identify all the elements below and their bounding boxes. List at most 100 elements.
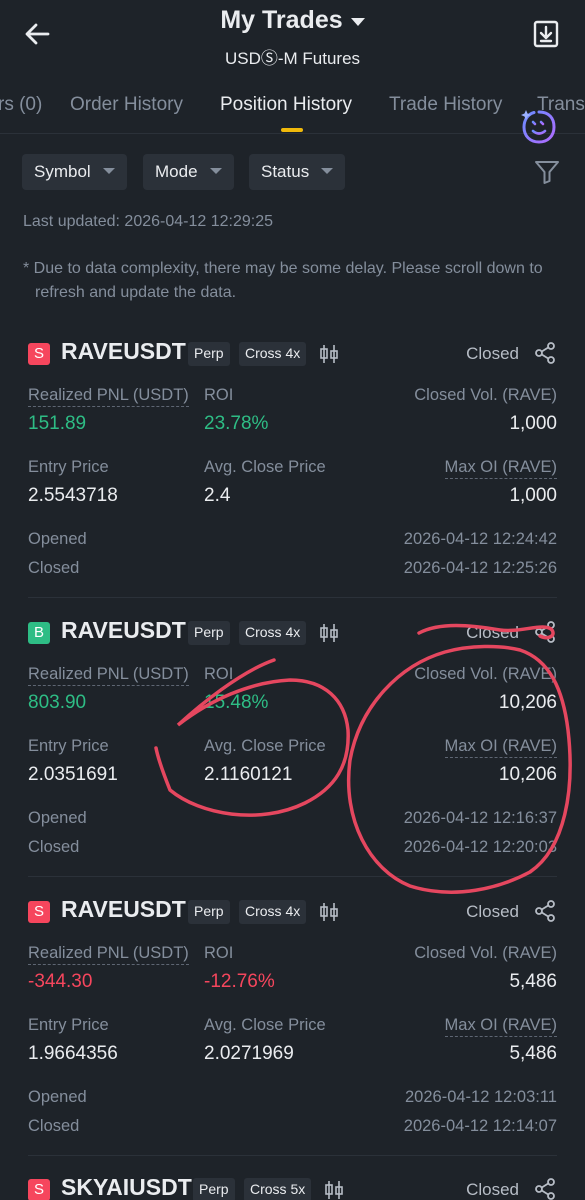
symbol-filter-dropdown[interactable]: Symbol [22, 154, 127, 190]
side-badge: S [28, 901, 50, 923]
card-divider [28, 1155, 557, 1156]
closed-time: 2026-04-12 12:14:07 [403, 1117, 557, 1135]
roi-value: 23.78% [204, 413, 269, 434]
roi-value: 15.48% [204, 692, 269, 713]
avg-close-price-value: 2.1160121 [204, 764, 293, 785]
app-header: My Trades USDⓈ-M Futures [0, 0, 585, 80]
closed-vol-label: Closed Vol. (RAVE) [414, 665, 557, 683]
roi-label: ROI [204, 944, 234, 962]
avg-close-price-label: Avg. Close Price [204, 458, 326, 476]
share-icon[interactable] [533, 620, 557, 644]
max-oi-label: Max OI (RAVE) [444, 1016, 557, 1037]
card-divider [28, 597, 557, 598]
entry-price-value: 2.5543718 [28, 485, 118, 506]
position-status: Closed [466, 1180, 519, 1199]
caret-down-icon [102, 167, 115, 174]
opened-time: 2026-04-12 12:03:11 [405, 1088, 557, 1106]
pnl-label: Realized PNL (USDT) [28, 944, 189, 965]
contract-type-tag: Perp [188, 900, 230, 924]
card-divider [28, 876, 557, 877]
pnl-label: Realized PNL (USDT) [28, 665, 189, 686]
pnl-value: 803.90 [28, 692, 87, 713]
contract-type-tag: Perp [188, 621, 230, 645]
delay-disclaimer: * Due to data complexity, there may be s… [23, 260, 543, 301]
max-oi-label: Max OI (RAVE) [444, 737, 557, 758]
tab-open-orders[interactable]: rs (0) [0, 94, 42, 116]
entry-price-value: 1.9664356 [28, 1043, 118, 1064]
title-dropdown[interactable]: My Trades [0, 6, 585, 35]
closed-vol-label: Closed Vol. (RAVE) [414, 944, 557, 962]
position-status: Closed [466, 344, 519, 363]
side-badge: S [28, 1179, 50, 1200]
position-symbol: RAVEUSDT [61, 617, 186, 643]
closed-vol-label: Closed Vol. (RAVE) [414, 386, 557, 404]
contract-type-tag: Perp [188, 342, 230, 366]
entry-price-value: 2.0351691 [28, 764, 118, 785]
pnl-value: 151.89 [28, 413, 87, 434]
tab-order-history[interactable]: Order History [70, 94, 183, 116]
status-filter-label: Status [261, 162, 310, 181]
tab-trade-history[interactable]: Trade History [389, 94, 502, 116]
filter-funnel-icon[interactable] [533, 158, 561, 186]
entry-price-label: Entry Price [28, 1016, 109, 1034]
entry-price-label: Entry Price [28, 458, 109, 476]
position-symbol: RAVEUSDT [61, 338, 186, 364]
candlestick-chart-icon[interactable] [324, 1179, 344, 1200]
pnl-value: -344.30 [28, 971, 93, 992]
share-icon[interactable] [533, 341, 557, 365]
position-symbol: RAVEUSDT [61, 896, 186, 922]
closed-label: Closed [28, 838, 80, 856]
symbol-filter-label: Symbol [34, 162, 91, 181]
position-status: Closed [466, 902, 519, 921]
assistant-bot-icon[interactable] [518, 106, 560, 148]
candlestick-chart-icon[interactable] [319, 343, 339, 365]
roi-value: -12.76% [204, 971, 275, 992]
avg-close-price-value: 2.0271969 [204, 1043, 294, 1064]
max-oi-value: 1,000 [509, 485, 557, 506]
caret-down-icon [321, 167, 334, 174]
avg-close-price-value: 2.4 [204, 485, 231, 506]
opened-time: 2026-04-12 12:24:42 [403, 530, 557, 548]
position-card[interactable]: S RAVEUSDT Perp Cross 4x Closed Realized… [28, 338, 557, 611]
position-card[interactable]: S SKYAIUSDT Perp Cross 5x Closed [28, 1177, 557, 1200]
side-badge: S [28, 343, 50, 365]
status-filter-dropdown[interactable]: Status [249, 154, 346, 190]
active-tab-indicator [281, 128, 303, 132]
mode-filter-dropdown[interactable]: Mode [143, 154, 234, 190]
roi-label: ROI [204, 386, 234, 404]
page-subtitle: USDⓈ-M Futures [224, 49, 361, 68]
download-icon[interactable] [531, 19, 561, 49]
tab-bar: rs (0) Order History Position History Tr… [0, 84, 585, 134]
closed-time: 2026-04-12 12:25:26 [403, 559, 557, 577]
caret-down-icon [209, 167, 222, 174]
share-icon[interactable] [533, 899, 557, 923]
max-oi-value: 5,486 [509, 1043, 557, 1064]
share-icon[interactable] [533, 1177, 557, 1200]
max-oi-value: 10,206 [498, 764, 557, 785]
candlestick-chart-icon[interactable] [319, 901, 339, 923]
page-title: My Trades [220, 6, 343, 34]
closed-label: Closed [28, 1117, 80, 1135]
roi-label: ROI [204, 665, 234, 683]
opened-label: Opened [28, 809, 87, 827]
margin-mode-tag: Cross 4x [239, 900, 307, 924]
closed-vol-value: 1,000 [509, 413, 557, 434]
opened-label: Opened [28, 1088, 87, 1106]
contract-type-tag: Perp [193, 1178, 235, 1200]
candlestick-chart-icon[interactable] [319, 622, 339, 644]
tab-position-history[interactable]: Position History [220, 94, 352, 116]
entry-price-label: Entry Price [28, 737, 109, 755]
avg-close-price-label: Avg. Close Price [204, 737, 326, 755]
margin-mode-tag: Cross 5x [244, 1178, 312, 1200]
closed-vol-value: 10,206 [498, 692, 557, 713]
side-badge: B [28, 622, 50, 644]
position-symbol: SKYAIUSDT [61, 1177, 192, 1200]
avg-close-price-label: Avg. Close Price [204, 1016, 326, 1034]
margin-mode-tag: Cross 4x [239, 621, 307, 645]
position-card[interactable]: B RAVEUSDT Perp Cross 4x Closed Realized… [28, 617, 557, 890]
mode-filter-label: Mode [155, 162, 198, 181]
position-card[interactable]: S RAVEUSDT Perp Cross 4x Closed Realized… [28, 896, 557, 1169]
closed-time: 2026-04-12 12:20:03 [403, 838, 557, 856]
max-oi-label: Max OI (RAVE) [444, 458, 557, 479]
closed-vol-value: 5,486 [509, 971, 557, 992]
